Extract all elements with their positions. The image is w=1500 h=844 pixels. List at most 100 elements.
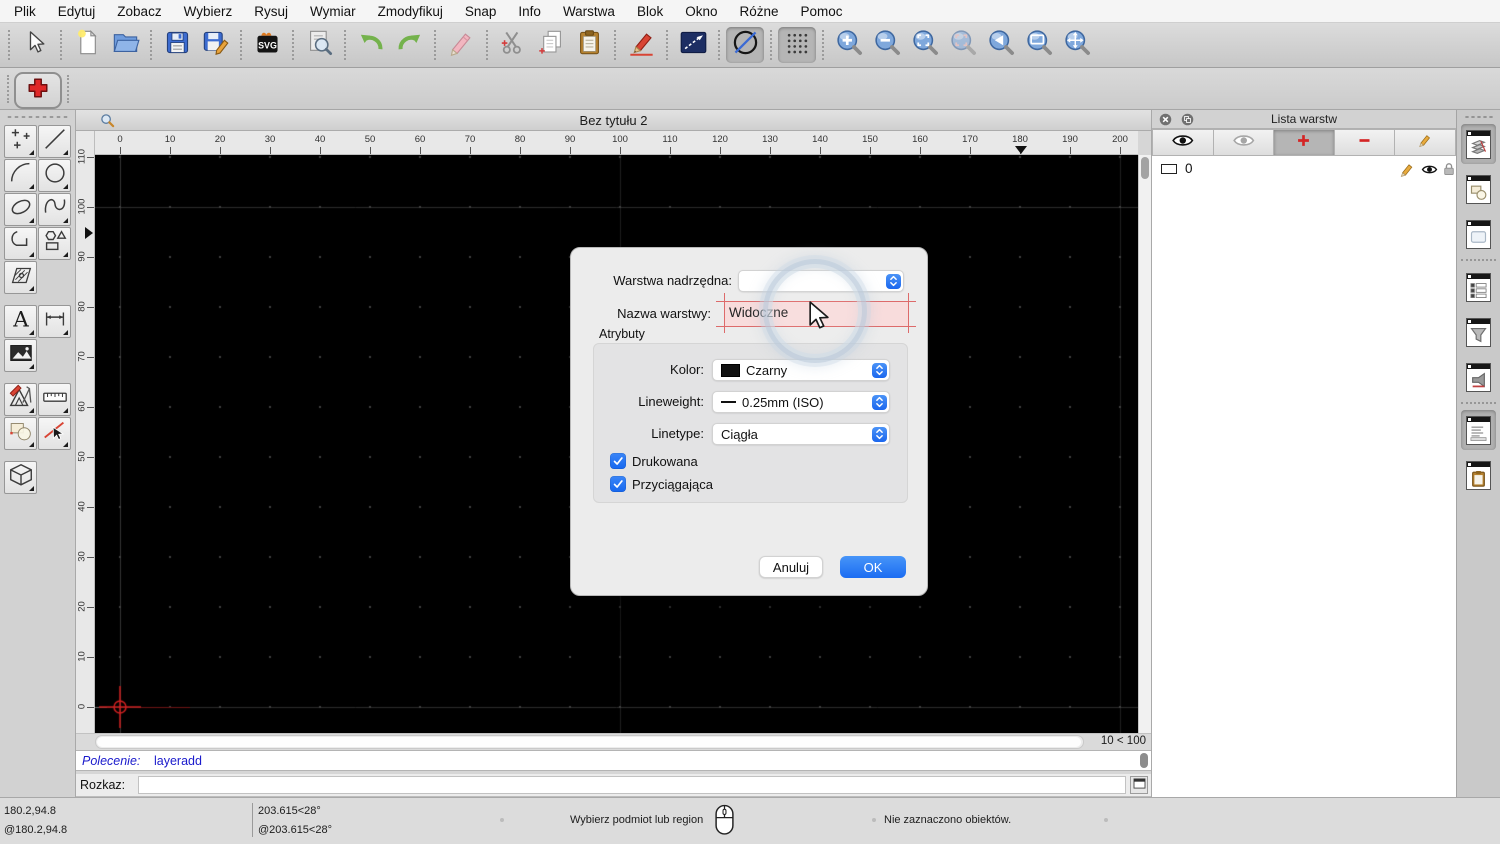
- paste-button[interactable]: [570, 27, 608, 63]
- zoom-previous-button[interactable]: [982, 27, 1020, 63]
- menu-zobacz[interactable]: Zobacz: [106, 0, 172, 23]
- copy-button[interactable]: [532, 27, 570, 63]
- printable-checkbox[interactable]: [610, 453, 626, 469]
- zoom-window-button[interactable]: [1020, 27, 1058, 63]
- layer-list-panel: Lista warstw 0: [1151, 110, 1456, 797]
- menu-wymiar[interactable]: Wymiar: [299, 0, 367, 23]
- spline-tool-button[interactable]: [38, 193, 71, 226]
- library-window-toggle-button[interactable]: [1461, 214, 1496, 254]
- menu-plik[interactable]: Plik: [3, 0, 47, 23]
- color-dropdown[interactable]: Czarny: [712, 359, 890, 381]
- ellipse-tool-button[interactable]: [4, 193, 37, 226]
- h-ruler-label: 70: [464, 134, 476, 145]
- eye-hide-button[interactable]: [1213, 129, 1275, 156]
- menu-edytuj[interactable]: Edytuj: [47, 0, 107, 23]
- lock-icon[interactable]: [1443, 162, 1455, 181]
- measure-tool-button[interactable]: [38, 383, 71, 416]
- detach-command-button[interactable]: [1130, 776, 1148, 794]
- command-input[interactable]: [138, 776, 1126, 794]
- layer-row[interactable]: 0: [1152, 160, 1456, 179]
- zoom-auto-button[interactable]: [906, 27, 944, 63]
- stepper-icon[interactable]: [871, 362, 887, 378]
- menu-r-ne[interactable]: Różne: [729, 0, 790, 23]
- stepper-icon[interactable]: [871, 394, 887, 410]
- file-open-button[interactable]: [106, 27, 144, 63]
- pen-edit-button[interactable]: [622, 27, 660, 63]
- undo-button[interactable]: [352, 27, 390, 63]
- zoom-selection-button[interactable]: [944, 27, 982, 63]
- zoom-out-button[interactable]: [868, 27, 906, 63]
- stepper-icon[interactable]: [871, 426, 887, 442]
- menu-info[interactable]: Info: [507, 0, 552, 23]
- layer-list-window-toggle-button[interactable]: [1461, 124, 1496, 164]
- eye-small-icon[interactable]: [1421, 162, 1438, 180]
- erase-button[interactable]: [442, 27, 480, 63]
- zoom-pan-button[interactable]: [1058, 27, 1096, 63]
- line-tool-button[interactable]: [38, 125, 71, 158]
- menu-wybierz[interactable]: Wybierz: [173, 0, 244, 23]
- points-tool-button[interactable]: [4, 125, 37, 158]
- minus-button[interactable]: [1334, 129, 1396, 156]
- image-tool-button[interactable]: [4, 339, 37, 372]
- command-window-toggle-button[interactable]: [1461, 410, 1496, 450]
- command-history[interactable]: Polecenie: layeradd: [76, 750, 1151, 771]
- file-new-button[interactable]: [68, 27, 106, 63]
- property-editor-window-toggle-button[interactable]: [1461, 267, 1496, 307]
- circle-tool-button[interactable]: [38, 159, 71, 192]
- clipboard-window-toggle-button[interactable]: [1461, 455, 1496, 495]
- menu-zmodyfikuj[interactable]: Zmodyfikuj: [367, 0, 454, 23]
- polyline-tool-button[interactable]: [4, 227, 37, 260]
- pointer-button[interactable]: [16, 27, 54, 63]
- modify-tool-button[interactable]: [38, 417, 71, 450]
- add-layer-tool-button[interactable]: [14, 72, 62, 109]
- arc-tool-button[interactable]: [4, 159, 37, 192]
- filter-window-toggle-button[interactable]: [1461, 312, 1496, 352]
- vertical-scrollbar[interactable]: [1138, 155, 1151, 733]
- scrollbar-thumb[interactable]: [97, 737, 1081, 747]
- redo-button[interactable]: [390, 27, 428, 63]
- line-shortcut-button[interactable]: [674, 27, 712, 63]
- lineweight-dropdown[interactable]: 0.25mm (ISO): [712, 391, 890, 413]
- menu-okno[interactable]: Okno: [674, 0, 728, 23]
- blocks-tool-button[interactable]: [4, 417, 37, 450]
- horizontal-scrollbar[interactable]: 10 < 100: [76, 733, 1151, 750]
- file-save-button[interactable]: [158, 27, 196, 63]
- draft-tool-button[interactable]: [4, 383, 37, 416]
- shapes-tool-button[interactable]: [38, 227, 71, 260]
- document-titlebar[interactable]: Bez tytułu 2: [76, 110, 1151, 131]
- plus-icon: [1296, 133, 1311, 153]
- zoom-in-button[interactable]: [830, 27, 868, 63]
- dimension-tool-button[interactable]: [38, 305, 71, 338]
- layer-list[interactable]: 0: [1152, 156, 1456, 797]
- text-tool-button[interactable]: A: [4, 305, 37, 338]
- file-save-as-button[interactable]: [196, 27, 234, 63]
- solid-tool-button[interactable]: [4, 461, 37, 494]
- panel-titlebar[interactable]: Lista warstw: [1152, 110, 1456, 129]
- pen-settings-window-toggle-button[interactable]: [1461, 357, 1496, 397]
- cut-button[interactable]: [494, 27, 532, 63]
- print-preview-button[interactable]: [300, 27, 338, 63]
- menu-blok[interactable]: Blok: [626, 0, 674, 23]
- cancel-button[interactable]: Anuluj: [759, 556, 823, 578]
- eye-show-button[interactable]: [1152, 129, 1214, 156]
- library-window-icon: [1466, 219, 1491, 249]
- menu-rysuj[interactable]: Rysuj: [243, 0, 299, 23]
- plus-button[interactable]: [1274, 129, 1335, 156]
- svg-export-button[interactable]: SVG: [248, 27, 286, 63]
- circle-shortcut-button[interactable]: [726, 27, 764, 63]
- menu-snap[interactable]: Snap: [454, 0, 508, 23]
- menu-warstwa[interactable]: Warstwa: [552, 0, 626, 23]
- pencil-icon[interactable]: [1399, 162, 1415, 183]
- snappable-checkbox[interactable]: [610, 476, 626, 492]
- scrollbar-thumb[interactable]: [1140, 753, 1148, 768]
- grid-toggle-button[interactable]: [778, 27, 816, 63]
- ok-button[interactable]: OK: [840, 556, 906, 578]
- pencil-button[interactable]: [1395, 129, 1456, 156]
- menu-pomoc[interactable]: Pomoc: [790, 0, 854, 23]
- stepper-icon[interactable]: [885, 273, 901, 289]
- hatch-tool-button[interactable]: [4, 261, 37, 294]
- scrollbar-thumb[interactable]: [1141, 157, 1149, 179]
- linetype-dropdown[interactable]: Ciągła: [712, 423, 890, 445]
- field-highlight-line: [723, 293, 725, 333]
- block-list-window-toggle-button[interactable]: [1461, 169, 1496, 209]
